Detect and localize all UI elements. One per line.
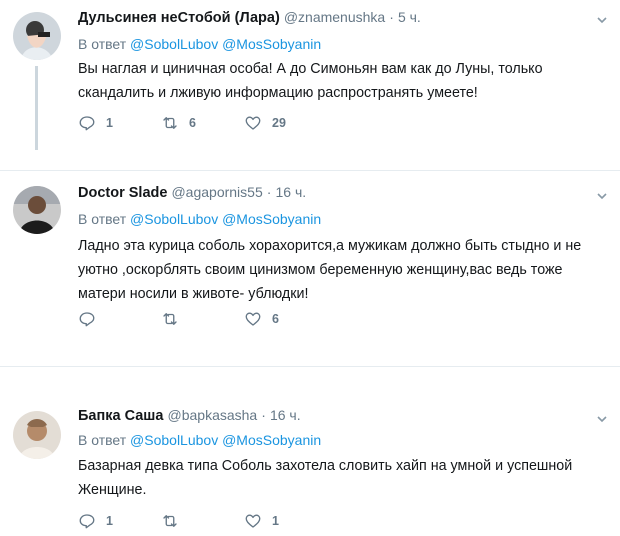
reply-context: В ответ @SobolLubov @MosSobyanin bbox=[78, 211, 321, 227]
retweet-icon bbox=[163, 313, 177, 325]
timestamp[interactable]: 16 ч. bbox=[270, 407, 301, 423]
reply-prefix: В ответ bbox=[78, 211, 127, 227]
retweet-button[interactable] bbox=[161, 309, 189, 329]
mention-link[interactable]: @SobolLubov bbox=[130, 36, 218, 52]
handle[interactable]: @znamenushka bbox=[284, 9, 385, 25]
tweet-3[interactable]: Бапка Саша @bapkasasha · 16 ч. В ответ @… bbox=[0, 395, 620, 536]
tweet-actions: 6 bbox=[78, 309, 378, 329]
mention-link[interactable]: @MosSobyanin bbox=[222, 211, 321, 227]
dot-separator: · bbox=[266, 184, 272, 200]
timestamp[interactable]: 5 ч. bbox=[398, 9, 421, 25]
like-button[interactable]: 1 bbox=[244, 511, 279, 531]
tweet-actions: 1 6 29 bbox=[78, 113, 378, 133]
like-count: 1 bbox=[272, 514, 279, 528]
display-name[interactable]: Дульсинея неСтобой (Лара) bbox=[78, 10, 280, 26]
retweet-count: 6 bbox=[189, 116, 196, 130]
dot-separator: · bbox=[389, 9, 394, 25]
reply-button[interactable] bbox=[78, 309, 106, 329]
avatar[interactable] bbox=[13, 12, 61, 60]
tweet-header: Дульсинея неСтобой (Лара) @znamenushka ·… bbox=[78, 9, 421, 26]
tweet-text-line: скандалить и лживую информацию распростр… bbox=[78, 85, 478, 101]
dot-separator: · bbox=[261, 407, 266, 423]
like-count: 6 bbox=[272, 312, 279, 326]
reply-button[interactable]: 1 bbox=[78, 511, 113, 531]
like-button[interactable]: 6 bbox=[244, 309, 279, 329]
handle[interactable]: @agapornis55 bbox=[171, 184, 262, 200]
retweet-button[interactable] bbox=[161, 511, 189, 531]
timestamp[interactable]: 16 ч. bbox=[275, 184, 306, 200]
tweet-text-line: Базарная девка типа Соболь захотела слов… bbox=[78, 458, 573, 474]
reply-button[interactable]: 1 bbox=[78, 113, 113, 133]
tweet-text: Базарная девка типа Соболь захотела слов… bbox=[78, 454, 598, 502]
tweet-text-line: Женщине. bbox=[78, 482, 147, 498]
reply-context: В ответ @SobolLubov @MosSobyanin bbox=[78, 36, 321, 52]
mention-link[interactable]: @MosSobyanin bbox=[222, 432, 321, 448]
reply-count: 1 bbox=[106, 514, 113, 528]
heart-icon bbox=[245, 116, 261, 130]
handle[interactable]: @bapkasasha bbox=[168, 407, 258, 423]
tweet-header: Бапка Саша @bapkasasha · 16 ч. bbox=[78, 407, 301, 424]
display-name[interactable]: Doctor Slade bbox=[78, 185, 167, 201]
tweet-text: Вы наглая и циничная особа! А до Симонья… bbox=[78, 57, 598, 105]
reply-icon bbox=[79, 514, 95, 529]
reply-context: В ответ @SobolLubov @MosSobyanin bbox=[78, 432, 321, 448]
mention-link[interactable]: @MosSobyanin bbox=[222, 36, 321, 52]
like-button[interactable]: 29 bbox=[244, 113, 286, 133]
chevron-down-icon[interactable] bbox=[597, 12, 607, 24]
avatar[interactable] bbox=[13, 411, 61, 459]
chevron-down-icon[interactable] bbox=[597, 411, 607, 423]
retweet-button[interactable]: 6 bbox=[161, 113, 196, 133]
tweet-1[interactable]: Дульсинея неСтобой (Лара) @znamenushka ·… bbox=[0, 0, 620, 160]
tweet-text-line: матери носили в животе- ублюдки! bbox=[78, 286, 309, 302]
mention-link[interactable]: @SobolLubov bbox=[130, 432, 218, 448]
reply-count: 1 bbox=[106, 116, 113, 130]
tweet-header: Doctor Slade @agapornis55 · 16 ч. bbox=[78, 184, 306, 201]
reply-prefix: В ответ bbox=[78, 36, 127, 52]
tweet-text: Ладно эта курица соболь хорахорится,а му… bbox=[78, 234, 598, 306]
like-count: 29 bbox=[272, 116, 286, 130]
display-name[interactable]: Бапка Саша bbox=[78, 408, 163, 424]
tweet-actions: 1 1 bbox=[78, 511, 378, 531]
retweet-icon bbox=[163, 117, 177, 129]
mention-link[interactable]: @SobolLubov bbox=[130, 211, 218, 227]
tweet-text-line: Ладно эта курица соболь хорахорится,а му… bbox=[78, 238, 582, 254]
retweet-icon bbox=[163, 515, 177, 527]
reply-prefix: В ответ bbox=[78, 432, 127, 448]
heart-icon bbox=[245, 514, 261, 528]
heart-icon bbox=[245, 312, 261, 326]
reply-icon bbox=[79, 312, 95, 327]
avatar[interactable] bbox=[13, 186, 61, 234]
tweet-text-line: уютно ,оскорблять своим цинизмом беремен… bbox=[78, 262, 563, 278]
tweet-text-line: Вы наглая и циничная особа! А до Симонья… bbox=[78, 61, 543, 77]
tweet-2[interactable]: Doctor Slade @agapornis55 · 16 ч. В отве… bbox=[0, 171, 620, 351]
thread-line bbox=[35, 66, 38, 150]
chevron-down-icon[interactable] bbox=[597, 188, 607, 200]
reply-icon bbox=[79, 116, 95, 131]
tweet-divider bbox=[0, 366, 620, 367]
